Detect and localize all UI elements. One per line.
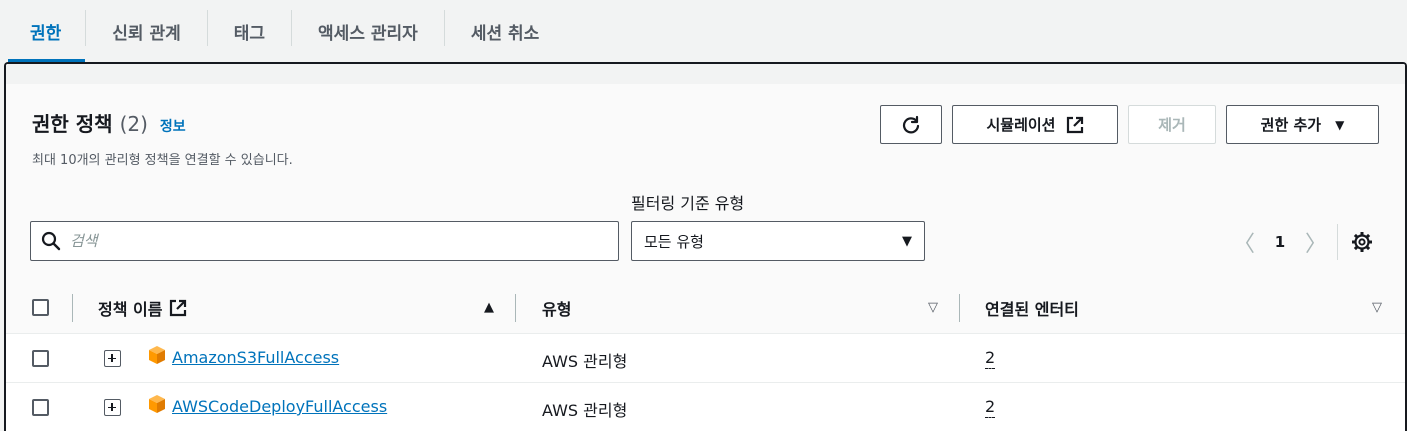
expand-row-icon[interactable] <box>104 350 121 367</box>
sort-icon[interactable]: ▽ <box>1372 300 1382 315</box>
permissions-policies-panel: 권한 정책 (2) 정보 최대 10개의 관리형 정책을 연결할 수 있습니다.… <box>4 62 1407 431</box>
caret-down-icon: ▼ <box>902 233 912 249</box>
tab-bar: 권한 신뢰 관계 태그 액세스 관리자 세션 취소 <box>0 0 1407 62</box>
simulation-label: 시뮬레이션 <box>986 116 1056 134</box>
policy-type: AWS 관리형 <box>542 401 628 420</box>
pagination: 〈 1 〉 <box>1230 227 1330 257</box>
tab-trust-relationships[interactable]: 신뢰 관계 <box>86 0 206 62</box>
remove-label: 제거 <box>1158 116 1186 134</box>
tab-revoke-sessions[interactable]: 세션 취소 <box>445 0 565 62</box>
pagination-divider <box>1337 224 1338 260</box>
column-label: 연결된 엔터티 <box>985 300 1079 319</box>
tab-access-advisor[interactable]: 액세스 관리자 <box>292 0 444 62</box>
next-page-icon[interactable]: 〉 <box>1302 226 1330 258</box>
policy-count: (2) <box>119 112 148 136</box>
search-input[interactable] <box>70 232 610 250</box>
select-all-checkbox[interactable] <box>32 299 49 316</box>
panel-top-stripe <box>6 64 1405 84</box>
column-header-attached-entities[interactable]: 연결된 엔터티 <box>985 282 1079 334</box>
aws-managed-policy-icon <box>149 346 165 364</box>
refresh-icon <box>902 115 920 133</box>
panel-title-row: 권한 정책 (2) 정보 <box>32 108 186 137</box>
search-box <box>30 221 619 261</box>
panel-description: 최대 10개의 관리형 정책을 연결할 수 있습니다. <box>32 153 293 168</box>
add-permissions-label: 권한 추가 <box>1260 116 1322 134</box>
tab-tags[interactable]: 태그 <box>208 0 291 62</box>
aws-managed-policy-icon <box>149 395 165 413</box>
column-divider <box>959 294 960 322</box>
expand-row-icon[interactable] <box>104 399 121 416</box>
column-divider <box>515 294 516 322</box>
type-filter-value: 모든 유형 <box>644 232 704 251</box>
info-link[interactable]: 정보 <box>160 116 186 136</box>
table-header: 정책 이름 ▲ 유형 ▽ 연결된 엔터티 ▽ <box>6 282 1405 334</box>
simulation-button[interactable]: 시뮬레이션 <box>952 105 1118 144</box>
external-link-icon <box>1066 116 1083 133</box>
attached-entities-count[interactable]: 2 <box>985 397 996 418</box>
sort-ascending-icon[interactable]: ▲ <box>484 300 494 315</box>
policy-type: AWS 관리형 <box>542 352 628 371</box>
row-checkbox[interactable] <box>32 350 49 367</box>
refresh-button[interactable] <box>880 105 942 144</box>
previous-page-icon[interactable]: 〈 <box>1230 226 1258 258</box>
caret-down-icon: ▼ <box>1335 117 1345 132</box>
add-permissions-button[interactable]: 권한 추가 ▼ <box>1226 105 1379 144</box>
table-row: AmazonS3FullAccess AWS 관리형 2 <box>6 334 1405 383</box>
tab-permissions[interactable]: 권한 <box>0 0 86 62</box>
column-header-policy-name[interactable]: 정책 이름 <box>98 282 187 334</box>
table-row: AWSCodeDeployFullAccess AWS 관리형 2 <box>6 383 1405 431</box>
sort-icon[interactable]: ▽ <box>928 300 938 315</box>
remove-button[interactable]: 제거 <box>1128 105 1216 144</box>
external-link-icon <box>170 299 187 317</box>
policy-name-link[interactable]: AWSCodeDeployFullAccess <box>172 397 387 416</box>
column-header-type[interactable]: 유형 <box>542 282 571 334</box>
type-filter-select[interactable]: 모든 유형 ▼ <box>631 221 925 261</box>
page-number[interactable]: 1 <box>1258 233 1302 251</box>
policy-name-link[interactable]: AmazonS3FullAccess <box>172 348 339 367</box>
column-label: 정책 이름 <box>98 300 163 319</box>
column-divider <box>72 294 73 322</box>
panel-title: 권한 정책 <box>32 112 113 136</box>
attached-entities-count[interactable]: 2 <box>985 348 996 369</box>
gear-icon[interactable] <box>1350 230 1374 254</box>
filter-type-label: 필터링 기준 유형 <box>631 194 745 213</box>
row-checkbox[interactable] <box>32 399 49 416</box>
column-label: 유형 <box>542 300 572 319</box>
search-icon <box>41 231 61 251</box>
